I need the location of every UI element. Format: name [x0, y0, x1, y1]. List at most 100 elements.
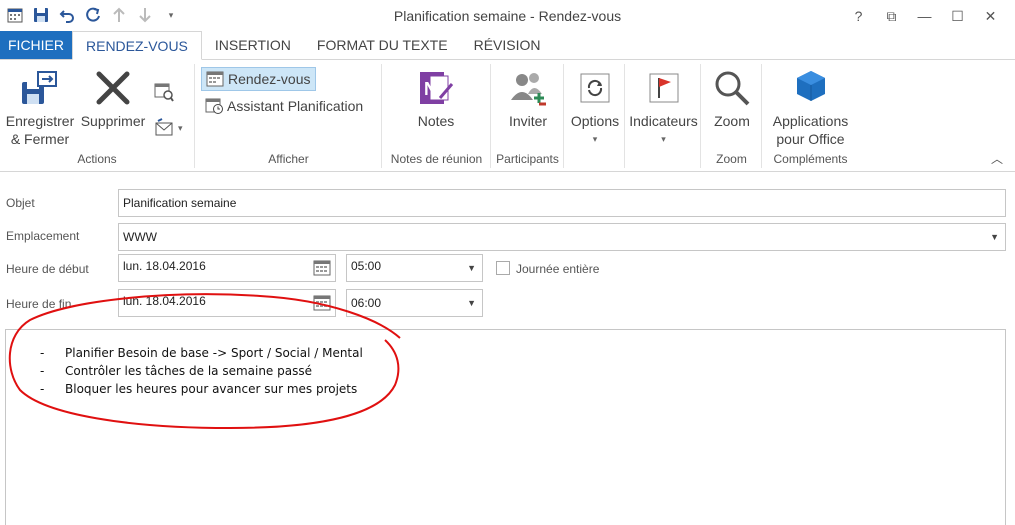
appointment-body[interactable]: - Planifier Besoin de base -> Sport / So… — [5, 329, 1006, 525]
invite-button[interactable]: Inviter — [498, 68, 558, 130]
location-value: WWW — [123, 230, 157, 244]
chevron-down-icon: ▾ — [661, 134, 666, 144]
calendar-picker-icon[interactable] — [313, 260, 331, 279]
scheduling-assistant-label: Assistant Planification — [227, 98, 364, 114]
group-afficher: Rendez-vous Assistant Planification Affi… — [196, 64, 382, 168]
group-addins-label: Compléments — [773, 152, 848, 166]
calendar-find-button[interactable] — [150, 80, 178, 104]
list-item-text: Contrôler les tâches de la semaine passé — [65, 364, 312, 378]
save-close-button[interactable]: Enregistrer & Fermer — [4, 68, 76, 148]
calendar-picker-icon[interactable] — [313, 295, 331, 314]
group-notes-label: Notes de réunion — [390, 152, 483, 166]
group-afficher-label: Afficher — [268, 152, 309, 166]
office-apps-button[interactable]: Applications pour Office — [763, 68, 858, 148]
group-tags: Indicateurs ▾ — [626, 64, 701, 168]
chevron-down-icon[interactable]: ▼ — [467, 298, 476, 308]
window-controls: ? ⧉ — ☐ ✕ — [842, 4, 1007, 28]
respond-button[interactable]: ▾ — [150, 116, 187, 140]
chevron-down-icon: ▾ — [178, 122, 183, 133]
end-time-field[interactable]: 06:00 ▼ — [346, 289, 483, 317]
chevron-down-icon[interactable]: ▼ — [990, 232, 999, 242]
title-bar: ▾ Planification semaine - Rendez-vous ? … — [0, 0, 1015, 32]
options-label: Options — [570, 113, 620, 129]
start-date-value: lun. 18.04.2016 — [123, 259, 206, 273]
location-label: Emplacement — [6, 229, 80, 243]
list-item: - Planifier Besoin de base -> Sport / So… — [40, 346, 363, 364]
tab-rendez-vous[interactable]: RENDEZ-VOUS — [72, 31, 202, 60]
group-notes: N Notes Notes de réunion — [383, 64, 491, 168]
save-close-label-2: & Fermer — [10, 131, 70, 147]
list-item: - Contrôler les tâches de la semaine pas… — [40, 364, 363, 382]
start-time-value: 05:00 — [351, 259, 382, 273]
all-day-checkbox[interactable] — [496, 261, 510, 275]
collapse-ribbon-icon[interactable]: ︿ — [991, 150, 1003, 167]
chevron-down-icon[interactable]: ▼ — [467, 263, 476, 273]
subject-label: Objet — [6, 196, 35, 210]
office-apps-label-1: Applications — [772, 113, 849, 129]
end-date-field[interactable]: lun. 18.04.2016 — [118, 289, 336, 317]
tab-format-du-texte[interactable]: FORMAT DU TEXTE — [304, 31, 461, 59]
group-actions: Enregistrer & Fermer Supprimer ▾ Actions — [0, 64, 195, 168]
envelope-respond-icon — [155, 118, 173, 136]
svg-text:N: N — [424, 79, 437, 99]
subject-value: Planification semaine — [123, 196, 237, 210]
ribbon: Enregistrer & Fermer Supprimer ▾ Actions… — [0, 60, 1015, 172]
meeting-notes-button[interactable]: N Notes — [403, 68, 469, 130]
options-button[interactable]: Options ▾ — [565, 68, 625, 148]
group-options: Options ▾ — [565, 64, 625, 168]
flag-icon — [644, 68, 684, 108]
invite-label: Inviter — [508, 113, 548, 129]
office-apps-icon — [791, 68, 831, 108]
calendar-icon — [206, 71, 224, 87]
recurrence-icon — [575, 68, 615, 108]
start-label: Heure de début — [6, 262, 89, 276]
appointment-view-label: Rendez-vous — [228, 71, 311, 87]
group-zoom: Zoom Zoom — [702, 64, 762, 168]
tags-button[interactable]: Indicateurs ▾ — [626, 68, 701, 148]
all-day-label: Journée entière — [516, 262, 600, 276]
delete-x-icon — [93, 68, 133, 108]
group-addins: Applications pour Office Compléments — [763, 64, 858, 168]
end-date-value: lun. 18.04.2016 — [123, 294, 206, 308]
end-time-value: 06:00 — [351, 296, 382, 310]
magnifier-icon — [712, 68, 752, 108]
group-participants-label: Participants — [496, 152, 559, 166]
zoom-button[interactable]: Zoom — [702, 68, 762, 130]
delete-button[interactable]: Supprimer — [78, 68, 148, 130]
list-item: - Bloquer les heures pour avancer sur me… — [40, 382, 363, 400]
save-close-label-1: Enregistrer — [5, 113, 75, 129]
maximize-button[interactable]: ☐ — [941, 4, 974, 28]
group-participants: Inviter Participants — [492, 64, 564, 168]
end-label: Heure de fin — [6, 297, 72, 311]
onenote-icon: N — [416, 68, 456, 108]
body-list: - Planifier Besoin de base -> Sport / So… — [40, 346, 363, 400]
scheduling-icon — [205, 98, 223, 114]
ribbon-display-button[interactable]: ⧉ — [875, 4, 908, 28]
start-date-field[interactable]: lun. 18.04.2016 — [118, 254, 336, 282]
delete-label: Supprimer — [80, 113, 146, 129]
tags-label: Indicateurs — [629, 113, 698, 129]
minimize-button[interactable]: — — [908, 4, 941, 28]
group-actions-label: Actions — [77, 152, 117, 166]
tab-fichier[interactable]: FICHIER — [0, 31, 72, 59]
office-apps-label-2: pour Office — [776, 131, 845, 147]
group-zoom-label: Zoom — [716, 152, 747, 166]
list-item-text: Planifier Besoin de base -> Sport / Soci… — [65, 346, 363, 360]
start-time-field[interactable]: 05:00 ▼ — [346, 254, 483, 282]
close-button[interactable]: ✕ — [974, 4, 1007, 28]
zoom-label: Zoom — [714, 113, 750, 129]
calendar-search-icon — [154, 83, 174, 102]
tab-insertion[interactable]: INSERTION — [202, 31, 304, 59]
save-close-icon — [20, 68, 60, 108]
subject-field[interactable]: Planification semaine — [118, 189, 1006, 217]
tab-revision[interactable]: RÉVISION — [461, 31, 554, 59]
invite-attendees-icon — [508, 68, 548, 108]
appointment-view-button[interactable]: Rendez-vous — [201, 67, 316, 91]
ribbon-tabs: FICHIER RENDEZ-VOUS INSERTION FORMAT DU … — [0, 31, 1015, 60]
location-field[interactable]: WWW ▼ — [118, 223, 1006, 251]
scheduling-assistant-button[interactable]: Assistant Planification — [201, 94, 367, 118]
help-button[interactable]: ? — [842, 4, 875, 28]
notes-label: Notes — [417, 113, 455, 129]
chevron-down-icon: ▾ — [592, 134, 598, 144]
list-item-text: Bloquer les heures pour avancer sur mes … — [65, 382, 358, 396]
